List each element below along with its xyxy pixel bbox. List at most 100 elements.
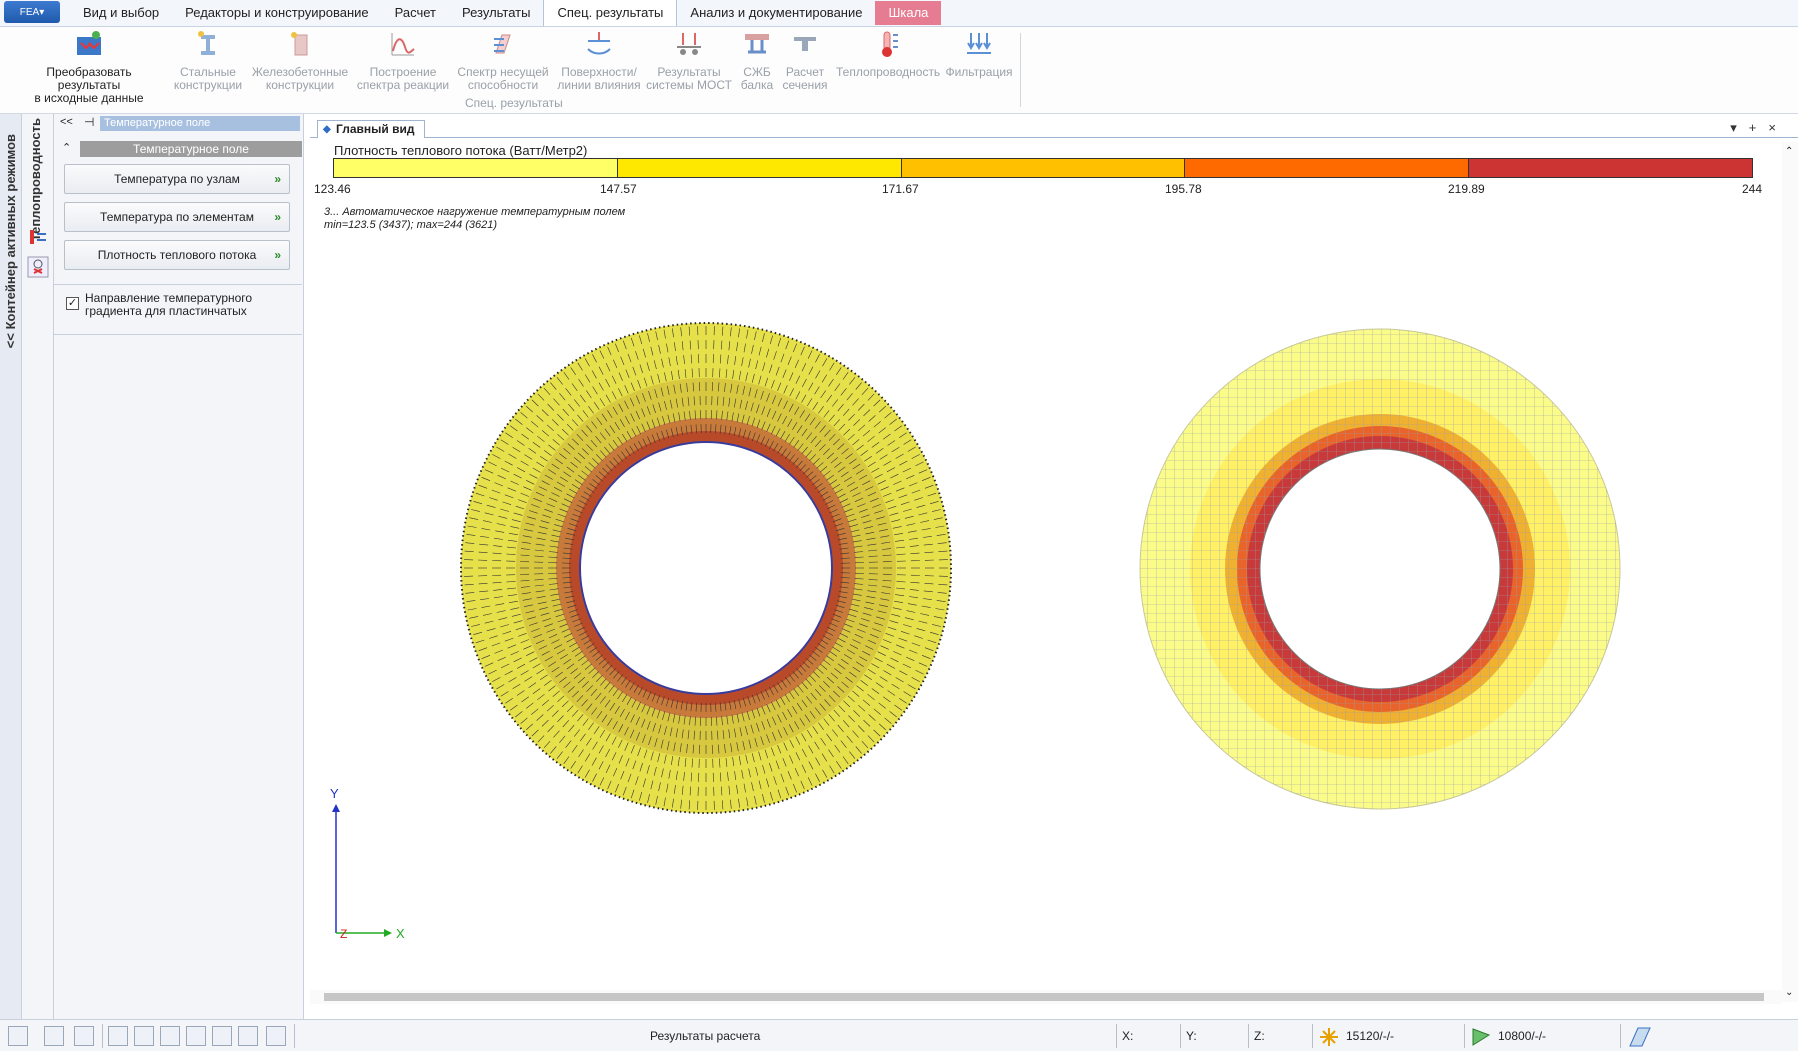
tab-analysis[interactable]: Анализ и документирование <box>677 0 875 26</box>
axis-y-label: Y <box>330 786 339 801</box>
capacity-label-2: способности <box>467 78 539 92</box>
link-icon[interactable] <box>238 1026 258 1046</box>
axis-triad: Y X Z <box>330 786 405 941</box>
heat-conduction-mode-tab[interactable]: Теплопроводность <box>28 118 43 241</box>
status-message: Результаты расчета <box>650 1029 761 1043</box>
spectrum-label-2: спектра реакции <box>356 78 450 92</box>
coord-z-label: Z: <box>1254 1029 1265 1043</box>
nodes-button-label: Температура по узлам <box>114 172 240 186</box>
spectrum-chart-icon <box>391 33 415 56</box>
section-calc-button[interactable]: Расчет сечения <box>780 29 830 92</box>
elements-count: 10800/-/- <box>1498 1029 1547 1043</box>
rc-label-2: конструкции <box>265 78 335 92</box>
rc-structures-button[interactable]: Железобетонные конструкции <box>250 29 350 92</box>
ribbon-separator <box>1020 33 1021 107</box>
section-icon <box>794 37 816 51</box>
convert-results-label-1: Преобразовать результаты <box>46 65 132 92</box>
main-view[interactable]: ◆ Главный вид ▾+× Плотность теплового по… <box>310 118 1798 1018</box>
influence-lines-icon <box>587 32 611 55</box>
mode-tabs: Теплопроводность <box>22 114 54 1019</box>
composite-beam-icon <box>745 34 769 54</box>
steel-beam-icon <box>198 31 215 55</box>
response-spectrum-button[interactable]: Построение спектра реакции <box>356 29 450 92</box>
mode-panel: << ⊣ Температурное поле ⌃ Температурное … <box>54 114 304 1019</box>
elements-count-icon <box>1472 1028 1491 1046</box>
panel-section-header: Температурное поле <box>80 141 302 157</box>
tab-view-select[interactable]: Вид и выбор <box>70 0 172 26</box>
steel-structures-button[interactable]: Стальные конструкции <box>172 29 244 92</box>
steel-label-2: конструкции <box>173 78 243 92</box>
app-menu-label: FEA <box>19 6 40 18</box>
panel-header: << ⊣ Температурное поле <box>54 114 303 132</box>
checkbox-box[interactable]: ✓ <box>66 297 79 310</box>
tab-calculation[interactable]: Расчет <box>382 0 449 26</box>
window-icon[interactable] <box>74 1026 94 1046</box>
menu-bar: FEA ▾ Вид и выбор Редакторы и конструиро… <box>0 0 1798 27</box>
tab-results[interactable]: Результаты <box>449 0 543 26</box>
collapse-section-icon[interactable]: ⌃ <box>62 141 71 154</box>
scroll-thumb[interactable] <box>324 993 1764 1001</box>
vertical-scrollbar[interactable]: ⌃ ⌄ <box>1782 142 1798 1002</box>
tab-editors[interactable]: Редакторы и конструирование <box>172 0 381 26</box>
influence-surfaces-button[interactable]: Поверхности/ линии влияния <box>556 29 642 92</box>
mesh-ring[interactable] <box>1139 328 1621 810</box>
filtration-icon <box>967 33 991 54</box>
elements-button-label: Температура по элементам <box>100 210 254 224</box>
dot-icon[interactable] <box>212 1026 232 1046</box>
rc-column-icon <box>291 32 308 56</box>
grid-snap-icon[interactable] <box>108 1026 128 1046</box>
filtration-label: Фильтрация <box>945 65 1013 79</box>
capacity-spectrum-button[interactable]: Спектр несущей способности <box>456 29 550 92</box>
thermometer-icon <box>882 31 898 57</box>
bridge-label-2: системы МОСТ <box>646 78 732 92</box>
flux-vector-ring[interactable] <box>460 322 952 814</box>
node-snap-icon[interactable] <box>134 1026 154 1046</box>
ruler-icon[interactable] <box>8 1026 28 1046</box>
slanted-plane-icon[interactable] <box>1628 1026 1652 1048</box>
eraser-icon[interactable] <box>266 1026 286 1046</box>
horizontal-scrollbar[interactable] <box>310 990 1782 1004</box>
thermo-mode-icon[interactable] <box>27 228 49 250</box>
point-icon[interactable] <box>186 1026 206 1046</box>
ribbon: Преобразовать результаты в исходные данн… <box>0 27 1798 114</box>
heat-source-icon[interactable] <box>27 256 49 278</box>
nodes-count-icon <box>1320 1028 1338 1046</box>
pin-icon[interactable]: ⊣ <box>84 115 94 129</box>
nodes-count: 15120/-/- <box>1346 1029 1395 1043</box>
convert-results-button[interactable]: Преобразовать результаты в исходные данн… <box>14 29 164 105</box>
coord-y-label: Y: <box>1186 1029 1197 1043</box>
model-canvas[interactable]: Y X Z <box>310 118 1782 988</box>
capacity-spectrum-icon <box>494 34 511 54</box>
container-label: << Контейнер активных режимов <box>3 134 18 349</box>
cube-icon[interactable] <box>44 1026 64 1046</box>
heat-conduction-button[interactable]: Теплопроводность <box>836 29 940 79</box>
composite-beam-button[interactable]: СЖБ балка <box>737 29 777 92</box>
tab-scale[interactable]: Шкала <box>875 1 942 25</box>
heat-flux-density-button[interactable]: Плотность теплового потока » <box>64 240 290 270</box>
convert-results-icon <box>77 31 101 55</box>
tab-special-results[interactable]: Спец. результаты <box>543 0 678 26</box>
active-modes-container-tab[interactable]: << Контейнер активных режимов <box>0 114 22 1019</box>
convert-results-label-2: в исходные данные <box>34 91 144 105</box>
temperature-by-nodes-button[interactable]: Температура по узлам » <box>64 164 290 194</box>
bridge-results-button[interactable]: Результаты системы МОСТ <box>646 29 732 92</box>
ribbon-group-label: Спец. результаты <box>465 96 563 110</box>
collapse-icon[interactable]: << <box>60 116 73 128</box>
arrow-icon: » <box>274 172 281 186</box>
section-label-2: сечения <box>782 78 828 92</box>
filtration-button[interactable]: Фильтрация <box>944 29 1014 79</box>
coord-x-label: X: <box>1122 1029 1134 1043</box>
arrow-icon: » <box>274 210 281 224</box>
app-menu-button[interactable]: FEA ▾ <box>4 1 60 23</box>
corner-snap-icon[interactable] <box>160 1026 180 1046</box>
temperature-by-elements-button[interactable]: Температура по элементам » <box>64 202 290 232</box>
axis-x-label: X <box>396 926 405 941</box>
axis-z-label: Z <box>340 927 347 941</box>
panel-title: Температурное поле <box>100 115 300 131</box>
gradient-direction-checkbox[interactable]: ✓ Направление температурного градиента д… <box>66 292 252 318</box>
bridge-icon <box>677 33 701 55</box>
checkbox-label-2: градиента для пластинчатых <box>85 304 247 318</box>
arrow-icon: » <box>274 248 281 262</box>
composite-label-2: балка <box>740 78 774 92</box>
status-bar: Результаты расчета X: Y: Z: 15120/-/- 10… <box>0 1019 1798 1051</box>
